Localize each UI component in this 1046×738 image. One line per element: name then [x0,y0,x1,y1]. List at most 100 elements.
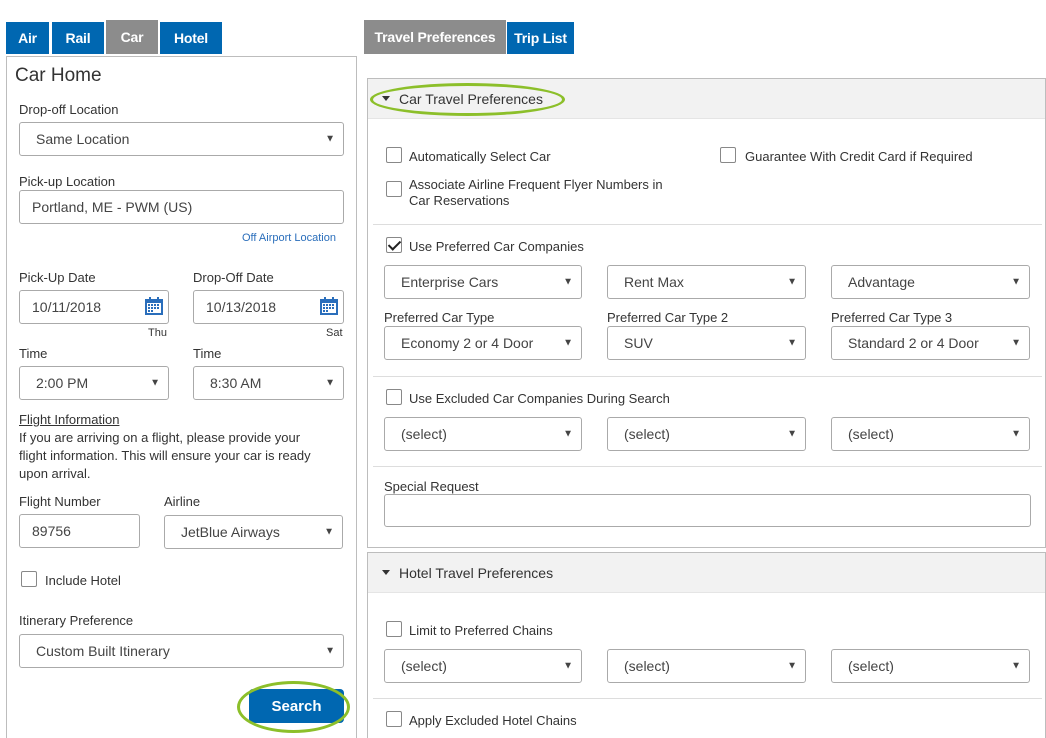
preferred-company-2-select[interactable]: Rent Max ▼ [607,265,806,299]
associate-frequent-flyer-label-line-1: Associate Airline Frequent Flyer Numbers… [409,177,663,192]
chevron-down-icon: ▼ [1007,337,1021,349]
chevron-down-icon: ▼ [559,337,573,349]
guarantee-credit-card-checkbox[interactable] [720,147,736,163]
chevron-down-icon: ▼ [325,377,335,389]
flight-number-label: Flight Number [19,494,101,509]
excluded-company-1-select[interactable]: (select) ▼ [384,417,582,451]
preferred-car-type-3-value: Standard 2 or 4 Door [848,335,979,351]
dropoff-time-label: Time [193,346,222,361]
pickup-date-input[interactable]: 10/11/2018 [19,290,169,324]
preferred-chain-3-select[interactable]: (select) ▼ [831,649,1030,683]
pickup-time-select[interactable]: 2:00 PM ▼ [19,366,169,400]
include-hotel-checkbox[interactable] [21,571,37,587]
use-excluded-car-companies-checkbox[interactable] [386,389,402,405]
chevron-down-icon: ▼ [787,660,797,672]
pickup-location-input[interactable]: Portland, ME - PWM (US) [19,190,344,224]
search-highlight-ring [237,681,350,733]
pickup-location-value: Portland, ME - PWM (US) [32,199,193,215]
preferred-car-type-1-label: Preferred Car Type [384,310,495,325]
chevron-down-icon: ▼ [787,276,797,288]
guarantee-credit-card-label: Guarantee With Credit Card if Required [745,149,973,164]
divider [373,698,1042,699]
car-prefs-highlight-ring [370,83,565,116]
auto-select-car-checkbox[interactable] [386,147,402,163]
airline-select[interactable]: JetBlue Airways ▼ [164,515,343,549]
divider [373,224,1042,225]
calendar-icon[interactable] [319,296,339,316]
dropoff-location-label: Drop-off Location [19,102,119,117]
itinerary-preference-value: Custom Built Itinerary [36,643,170,659]
tab-hotel[interactable]: Hotel [160,22,222,54]
hotel-travel-preferences-header[interactable]: Hotel Travel Preferences [368,553,1045,593]
itinerary-preference-select[interactable]: Custom Built Itinerary ▼ [19,634,344,668]
limit-preferred-chains-checkbox[interactable] [386,621,402,637]
preferred-chain-1-select[interactable]: (select) ▼ [384,649,582,683]
flight-info-text-line-2: flight information. This will ensure you… [19,448,311,463]
preferred-chain-2-value: (select) [624,658,670,674]
preferred-car-type-1-select[interactable]: Economy 2 or 4 Door ▼ [384,326,582,360]
chevron-down-icon: ▼ [325,133,335,145]
hotel-travel-preferences-title: Hotel Travel Preferences [399,565,554,581]
chevron-down-icon: ▼ [325,645,335,657]
excluded-company-3-select[interactable]: (select) ▼ [831,417,1030,451]
preferred-chain-1-value: (select) [401,658,447,674]
flight-information-heading: Flight Information [19,412,120,427]
dropoff-location-value: Same Location [36,131,130,147]
preferred-car-type-3-select[interactable]: Standard 2 or 4 Door ▼ [831,326,1030,360]
itinerary-preference-label: Itinerary Preference [19,613,134,628]
divider [373,466,1042,467]
car-home-title: Car Home [15,65,102,86]
flight-number-value: 89756 [32,523,71,539]
pickup-day: Thu [148,327,167,339]
use-preferred-car-companies-label: Use Preferred Car Companies [409,239,584,254]
dropoff-date-input[interactable]: 10/13/2018 [193,290,344,324]
excluded-company-2-select[interactable]: (select) ▼ [607,417,806,451]
preferred-company-1-value: Enterprise Cars [401,274,499,290]
preferred-chain-2-select[interactable]: (select) ▼ [607,649,806,683]
chevron-down-icon: ▼ [1011,276,1021,288]
chevron-down-icon: ▼ [1011,660,1021,672]
dropoff-time-select[interactable]: 8:30 AM ▼ [193,366,344,400]
tab-air[interactable]: Air [6,22,49,54]
apply-excluded-hotel-chains-label: Apply Excluded Hotel Chains [409,713,577,728]
preferred-company-1-select[interactable]: Enterprise Cars ▼ [384,265,582,299]
tab-travel-preferences[interactable]: Travel Preferences [364,20,506,54]
preferred-company-3-select[interactable]: Advantage ▼ [831,265,1030,299]
preferred-car-type-2-select[interactable]: SUV ▼ [607,326,806,360]
chevron-down-icon: ▼ [563,428,573,440]
associate-frequent-flyer-checkbox[interactable] [386,181,402,197]
dropoff-location-select[interactable]: Same Location ▼ [19,122,344,156]
chevron-down-icon: ▼ [1011,428,1021,440]
car-travel-preferences-section: Car Travel Preferences Automatically Sel… [367,78,1046,548]
hotel-travel-preferences-section: Hotel Travel Preferences Limit to Prefer… [367,552,1046,738]
chevron-down-icon: ▼ [563,276,573,288]
excluded-company-3-value: (select) [848,426,894,442]
use-preferred-car-companies-checkbox[interactable] [386,237,402,253]
preferred-chain-3-value: (select) [848,658,894,674]
use-excluded-car-companies-label: Use Excluded Car Companies During Search [409,391,670,406]
flight-number-input[interactable]: 89756 [19,514,140,548]
dropoff-time-value: 8:30 AM [210,375,262,391]
pickup-time-value: 2:00 PM [36,375,89,391]
preferred-company-2-value: Rent Max [624,274,684,290]
apply-excluded-hotel-chains-checkbox[interactable] [386,711,402,727]
off-airport-location-link[interactable]: Off Airport Location [242,232,336,244]
include-hotel-label: Include Hotel [45,573,121,588]
dropoff-day: Sat [326,327,343,339]
airline-value: JetBlue Airways [181,524,280,540]
chevron-down-icon: ▼ [563,660,573,672]
special-request-input[interactable] [384,494,1031,527]
tab-rail[interactable]: Rail [52,22,104,54]
pickup-date-value: 10/11/2018 [32,299,102,315]
chevron-down-icon: ▼ [324,526,334,538]
calendar-icon[interactable] [144,296,164,316]
excluded-company-2-value: (select) [624,426,670,442]
preferred-company-3-value: Advantage [848,274,915,290]
chevron-down-icon: ▼ [787,428,797,440]
preferred-car-type-1-value: Economy 2 or 4 Door [401,335,534,351]
pickup-date-label: Pick-Up Date [19,270,96,285]
excluded-company-1-value: (select) [401,426,447,442]
tab-car[interactable]: Car [106,20,158,54]
triangle-down-icon [382,570,390,575]
tab-trip-list[interactable]: Trip List [507,22,574,54]
